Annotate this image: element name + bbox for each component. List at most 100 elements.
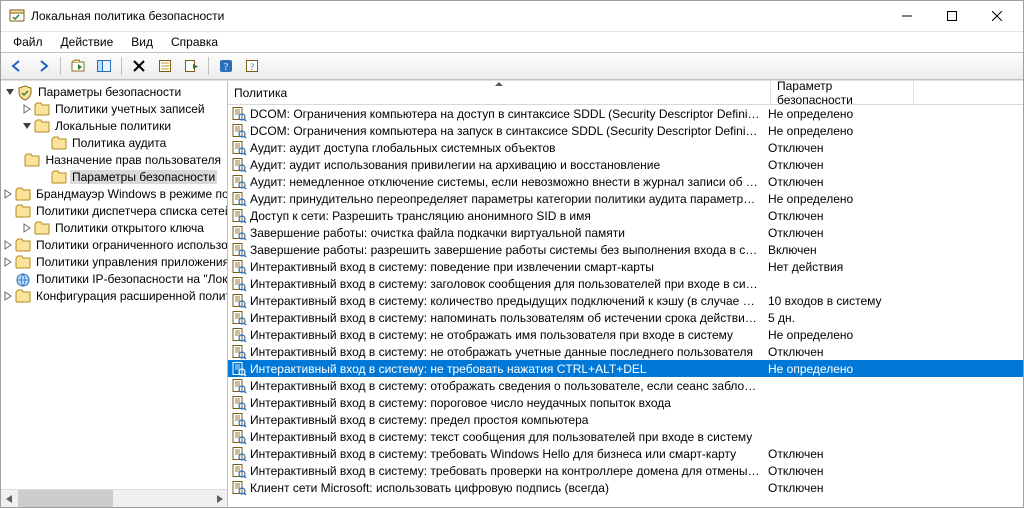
policy-row[interactable]: Интерактивный вход в систему: отображать… <box>228 377 1023 394</box>
policy-row[interactable]: Аудит: принудительно переопределяет пара… <box>228 190 1023 207</box>
properties-button[interactable] <box>153 54 177 78</box>
expand-icon[interactable] <box>1 289 15 303</box>
expand-icon[interactable] <box>20 221 34 235</box>
tree-item[interactable]: Локальные политики <box>1 117 227 134</box>
minimize-button[interactable] <box>884 2 929 30</box>
show-hide-tree-button[interactable] <box>92 54 116 78</box>
tree-item[interactable]: Параметры безопасности <box>1 168 227 185</box>
policy-row[interactable]: Интерактивный вход в систему: текст сооб… <box>228 428 1023 445</box>
policy-name: Интерактивный вход в систему: требовать … <box>250 464 766 478</box>
folder-icon <box>34 221 50 235</box>
policy-row[interactable]: Интерактивный вход в систему: пороговое … <box>228 394 1023 411</box>
forward-button[interactable] <box>31 54 55 78</box>
tree-item[interactable]: Политики открытого ключа <box>1 219 227 236</box>
tree-item[interactable]: Политика аудита <box>1 134 227 151</box>
policy-icon <box>231 293 247 309</box>
policy-icon <box>231 480 247 496</box>
collapse-icon[interactable] <box>3 85 17 99</box>
tree-pane: Параметры безопасностиПолитики учетных з… <box>1 81 228 507</box>
expander-placeholder <box>1 272 15 286</box>
scroll-right-button[interactable] <box>210 490 227 507</box>
shield-icon <box>17 85 33 99</box>
scroll-track[interactable] <box>18 490 210 507</box>
expand-icon[interactable] <box>1 238 15 252</box>
tree-item[interactable]: Брандмауэр Windows в режиме пов <box>1 185 227 202</box>
policy-row[interactable]: Аудит: аудит использования привилегии на… <box>228 156 1023 173</box>
menu-file[interactable]: Файл <box>5 33 51 51</box>
up-button[interactable] <box>66 54 90 78</box>
maximize-button[interactable] <box>929 2 974 30</box>
policy-value: Не определено <box>766 362 1023 376</box>
policy-row[interactable]: Интерактивный вход в систему: напоминать… <box>228 309 1023 326</box>
tree-item[interactable]: Политики диспетчера списка сетей <box>1 202 227 219</box>
expand-icon[interactable] <box>1 255 15 269</box>
policy-icon <box>231 463 247 479</box>
policy-row[interactable]: Интерактивный вход в систему: предел про… <box>228 411 1023 428</box>
policy-name: Аудит: аудит доступа глобальных системны… <box>250 141 766 155</box>
expand-icon[interactable] <box>1 187 15 201</box>
policy-row[interactable]: Интерактивный вход в систему: не отображ… <box>228 326 1023 343</box>
column-header-security[interactable]: Параметр безопасности <box>771 81 914 104</box>
app-icon <box>9 8 25 24</box>
horizontal-scrollbar[interactable] <box>1 489 227 507</box>
policy-row[interactable]: Интерактивный вход в систему: требовать … <box>228 445 1023 462</box>
policy-value: Отключен <box>766 158 1023 172</box>
policy-value: Не определено <box>766 328 1023 342</box>
scroll-thumb[interactable] <box>18 490 113 507</box>
policy-row[interactable]: Интерактивный вход в систему: не требова… <box>228 360 1023 377</box>
close-button[interactable] <box>974 2 1019 30</box>
tree-item[interactable]: Политики учетных записей <box>1 100 227 117</box>
delete-button[interactable] <box>127 54 151 78</box>
policy-icon <box>231 412 247 428</box>
policy-row[interactable]: Завершение работы: очистка файла подкачк… <box>228 224 1023 241</box>
tree-item[interactable]: Параметры безопасности <box>1 83 227 100</box>
policy-name: DCOM: Ограничения компьютера на доступ в… <box>250 107 766 121</box>
policy-row[interactable]: Интерактивный вход в систему: не отображ… <box>228 343 1023 360</box>
folder-icon <box>15 204 31 218</box>
tree-item[interactable]: Политики управления приложения <box>1 253 227 270</box>
policy-icon <box>231 174 247 190</box>
tree-item[interactable]: Конфигурация расширенной полит <box>1 287 227 304</box>
title-bar: Локальная политика безопасности <box>1 1 1023 32</box>
tree-item[interactable]: Политики ограниченного использо <box>1 236 227 253</box>
help-button[interactable]: ? <box>240 54 264 78</box>
policy-row[interactable]: Аудит: немедленное отключение системы, е… <box>228 173 1023 190</box>
policy-icon <box>231 225 247 241</box>
policy-icon <box>231 276 247 292</box>
policy-row[interactable]: Клиент сети Microsoft: использовать цифр… <box>228 479 1023 496</box>
policy-icon <box>231 106 247 122</box>
tree[interactable]: Параметры безопасностиПолитики учетных з… <box>1 81 227 489</box>
column-header-policy[interactable]: Политика <box>228 81 771 104</box>
export-button[interactable] <box>179 54 203 78</box>
back-button[interactable] <box>5 54 29 78</box>
policy-row[interactable]: Интерактивный вход в систему: поведение … <box>228 258 1023 275</box>
tree-item[interactable]: Политики IP-безопасности на "Лока <box>1 270 227 287</box>
policy-row[interactable]: DCOM: Ограничения компьютера на запуск в… <box>228 122 1023 139</box>
policy-row[interactable]: Завершение работы: разрешить завершение … <box>228 241 1023 258</box>
policy-row[interactable]: DCOM: Ограничения компьютера на доступ в… <box>228 105 1023 122</box>
policy-icon <box>231 344 247 360</box>
menu-help[interactable]: Справка <box>163 33 226 51</box>
scroll-left-button[interactable] <box>1 490 18 507</box>
policy-row[interactable]: Аудит: аудит доступа глобальных системны… <box>228 139 1023 156</box>
policy-value: Нет действия <box>766 260 1023 274</box>
menu-view[interactable]: Вид <box>123 33 161 51</box>
policy-value: Включен <box>766 243 1023 257</box>
policy-value: Отключен <box>766 481 1023 495</box>
policy-row[interactable]: Интерактивный вход в систему: заголовок … <box>228 275 1023 292</box>
list-body[interactable]: DCOM: Ограничения компьютера на доступ в… <box>228 105 1023 507</box>
policy-value: Отключен <box>766 141 1023 155</box>
policy-icon <box>231 259 247 275</box>
policy-icon <box>231 123 247 139</box>
policy-icon <box>231 378 247 394</box>
policy-row[interactable]: Интерактивный вход в систему: требовать … <box>228 462 1023 479</box>
expander-placeholder <box>1 204 15 218</box>
expand-icon[interactable] <box>20 102 34 116</box>
menu-action[interactable]: Действие <box>53 33 122 51</box>
tree-item[interactable]: Назначение прав пользователя <box>1 151 227 168</box>
policy-name: Интерактивный вход в систему: напоминать… <box>250 311 766 325</box>
policy-row[interactable]: Доступ к сети: Разрешить трансляцию анон… <box>228 207 1023 224</box>
refresh-button[interactable]: ? <box>214 54 238 78</box>
policy-row[interactable]: Интерактивный вход в систему: количество… <box>228 292 1023 309</box>
collapse-icon[interactable] <box>20 119 34 133</box>
